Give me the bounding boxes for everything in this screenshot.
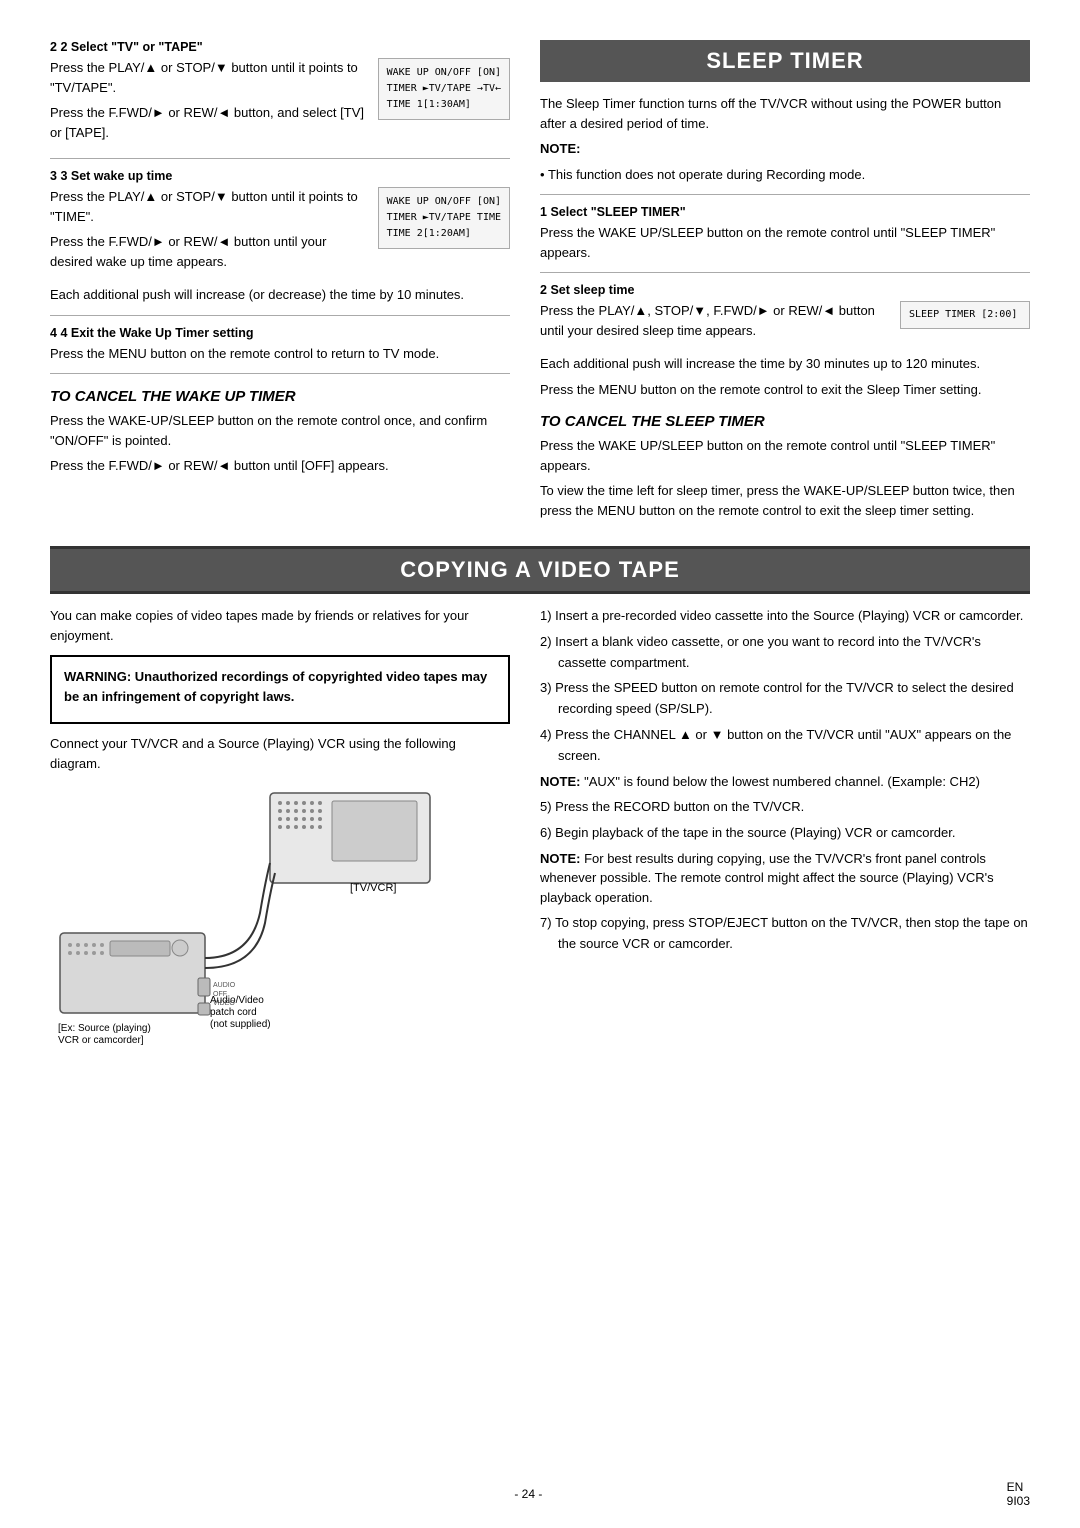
svg-text:[Ex: Source (playing): [Ex: Source (playing) — [58, 1023, 151, 1034]
sleep-step2-block: 2 Set sleep time Press the PLAY/▲, STOP/… — [540, 283, 1030, 399]
copying-left: You can make copies of video tapes made … — [50, 606, 510, 1053]
sleep-step1-block: 1 Select "SLEEP TIMER" Press the WAKE UP… — [540, 205, 1030, 262]
cancel-sleep-title: TO CANCEL THE SLEEP TIMER — [540, 413, 1030, 430]
list-item: 4) Press the CHANNEL ▲ or ▼ button on th… — [540, 725, 1030, 767]
divider1 — [50, 158, 510, 159]
svg-text:AUDIO: AUDIO — [213, 982, 236, 989]
divider-sleep2 — [540, 272, 1030, 273]
diagram-area: [TV/VCR] — [50, 783, 450, 1053]
list-item: 5) Press the RECORD button on the TV/VCR… — [540, 797, 1030, 818]
top-section: 2 2 Select "TV" or "TAPE" Press the PLAY… — [50, 40, 1030, 526]
copying-section: COPYING A VIDEO TAPE You can make copies… — [50, 546, 1030, 1053]
step2-header: 2 2 Select "TV" or "TAPE" — [50, 40, 510, 54]
footer-code: EN 9I03 — [1007, 1480, 1030, 1508]
list-item: 3) Press the SPEED button on remote cont… — [540, 678, 1030, 720]
lcd-display-step3: WAKE UP ON/OFF [ON] TIMER ►TV/TAPE TIME … — [378, 187, 510, 249]
svg-text:VCR or camcorder]: VCR or camcorder] — [58, 1035, 144, 1046]
svg-text:(not supplied): (not supplied) — [210, 1019, 271, 1030]
svg-text:patch cord: patch cord — [210, 1007, 257, 1018]
copying-steps-list-3: 7) To stop copying, press STOP/EJECT but… — [540, 913, 1030, 955]
svg-text:VIDEO: VIDEO — [213, 1000, 235, 1007]
sleep-step1-header: 1 Select "SLEEP TIMER" — [540, 205, 1030, 219]
sleep-step2-header: 2 Set sleep time — [540, 283, 1030, 297]
step4-header: 4 4 Exit the Wake Up Timer setting — [50, 326, 510, 340]
left-column: 2 2 Select "TV" or "TAPE" Press the PLAY… — [50, 40, 510, 526]
copying-steps-list: 1) Insert a pre-recorded video cassette … — [540, 606, 1030, 767]
right-column: SLEEP TIMER The Sleep Timer function tur… — [540, 40, 1030, 526]
cancel-wakeup-section: TO CANCEL THE WAKE UP TIMER Press the WA… — [50, 388, 510, 476]
step3-content: Press the PLAY/▲ or STOP/▼ button until … — [50, 187, 510, 277]
cancel-wakeup-title: TO CANCEL THE WAKE UP TIMER — [50, 388, 510, 405]
svg-text:[TV/VCR]: [TV/VCR] — [350, 882, 396, 894]
copying-content: You can make copies of video tapes made … — [50, 606, 1030, 1053]
list-item: 7) To stop copying, press STOP/EJECT but… — [540, 913, 1030, 955]
lcd-sleep-timer: SLEEP TIMER [2:00] — [900, 301, 1030, 329]
copying-right: 1) Insert a pre-recorded video cassette … — [540, 606, 1030, 1053]
lcd-display-step2: WAKE UP ON/OFF [ON] TIMER ►TV/TAPE →TV← … — [378, 58, 510, 120]
list-item: 6) Begin playback of the tape in the sou… — [540, 823, 1030, 844]
divider3 — [50, 373, 510, 374]
page-number: - 24 - — [50, 1487, 1007, 1501]
list-item: 1) Insert a pre-recorded video cassette … — [540, 606, 1030, 627]
copying-steps-list-2: 5) Press the RECORD button on the TV/VCR… — [540, 797, 1030, 844]
step2-content: Press the PLAY/▲ or STOP/▼ button until … — [50, 58, 510, 148]
footer: - 24 - EN 9I03 — [0, 1480, 1080, 1508]
step3-header: 3 3 Set wake up time — [50, 169, 510, 183]
cancel-sleep-section: TO CANCEL THE SLEEP TIMER Press the WAKE… — [540, 413, 1030, 520]
warning-box: WARNING: Unauthorized recordings of copy… — [50, 655, 510, 724]
divider-sleep1 — [540, 194, 1030, 195]
list-item: 2) Insert a blank video cassette, or one… — [540, 632, 1030, 674]
step4-block: 4 4 Exit the Wake Up Timer setting Press… — [50, 326, 510, 364]
sleep-timer-title: SLEEP TIMER — [540, 40, 1030, 82]
divider2 — [50, 315, 510, 316]
sleep-step2-content: Press the PLAY/▲, STOP/▼, F.FWD/► or REW… — [540, 301, 1030, 346]
page: 2 2 Select "TV" or "TAPE" Press the PLAY… — [0, 0, 1080, 1528]
svg-text:OFF: OFF — [213, 991, 227, 998]
diagram-svg: [TV/VCR] — [50, 783, 450, 1053]
copying-title: COPYING A VIDEO TAPE — [50, 546, 1030, 594]
step3-block: 3 3 Set wake up time Press the PLAY/▲ or… — [50, 169, 510, 305]
step2-block: 2 2 Select "TV" or "TAPE" Press the PLAY… — [50, 40, 510, 148]
